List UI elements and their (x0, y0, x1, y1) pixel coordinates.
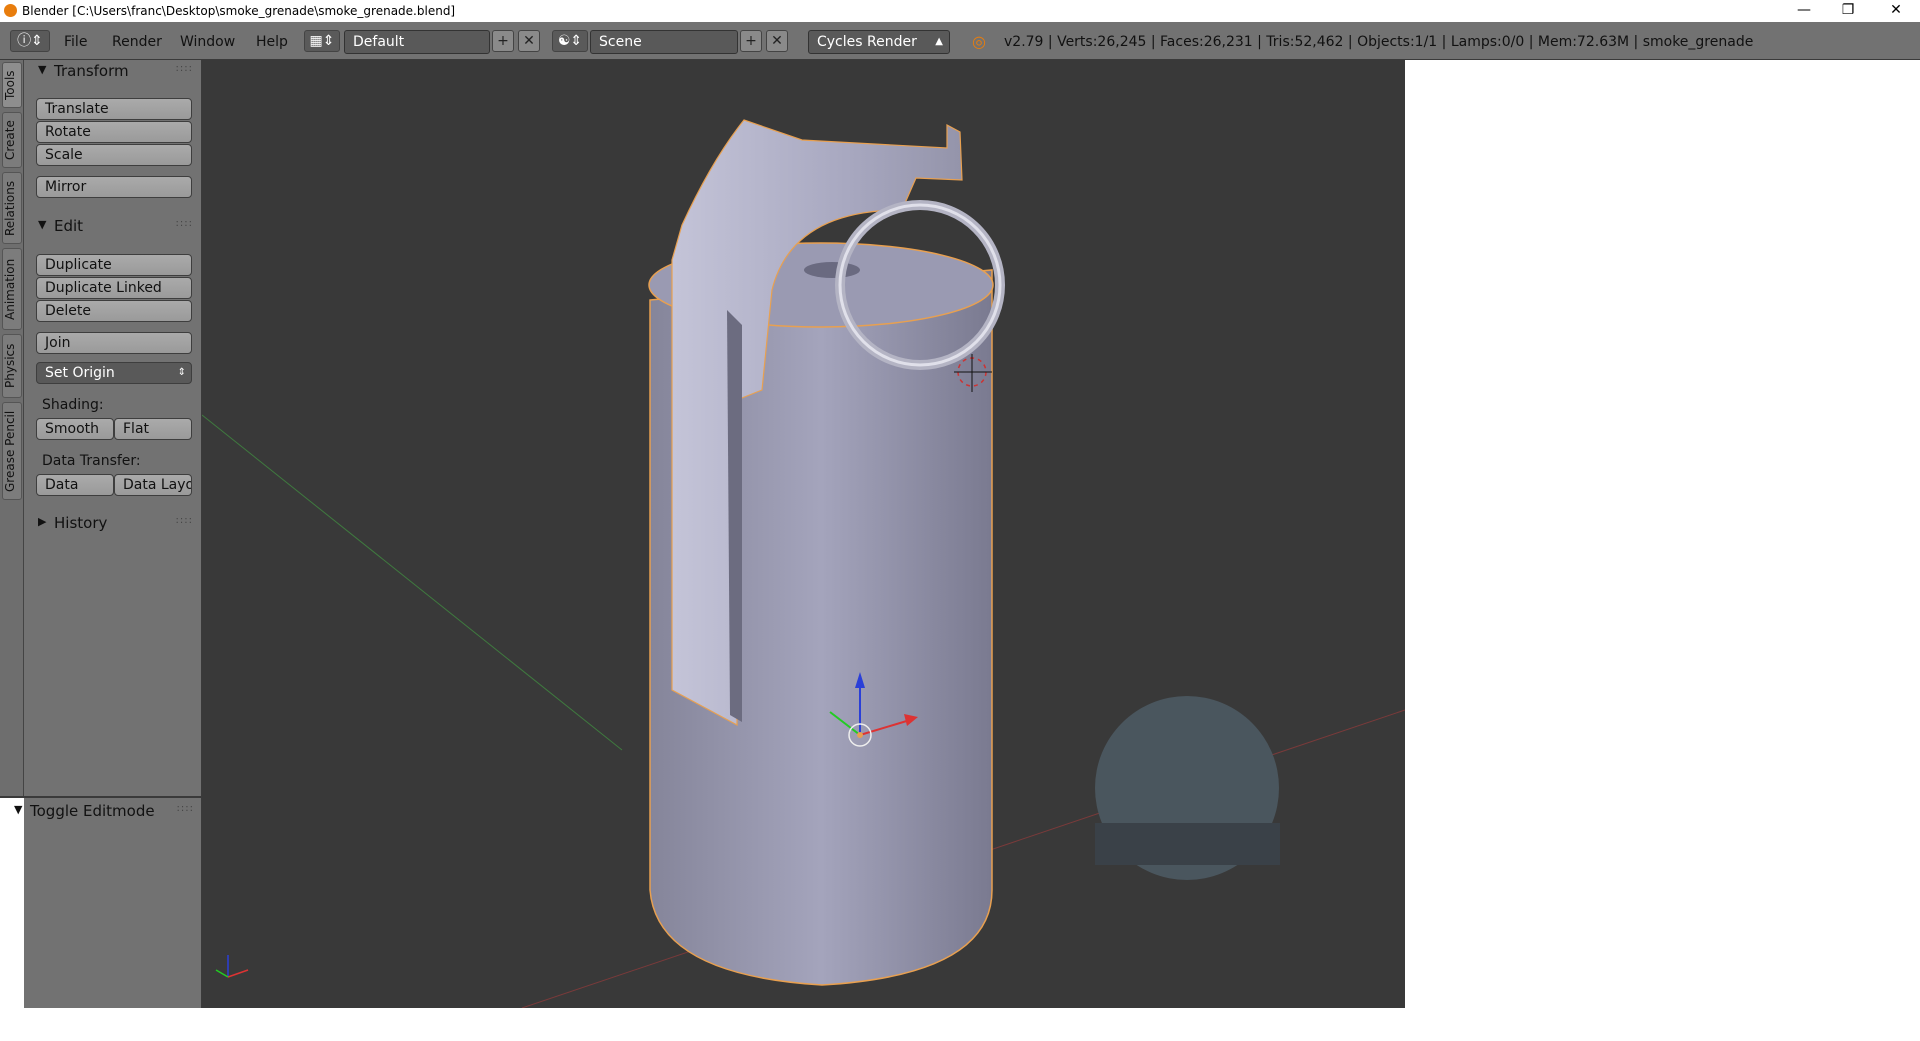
duplicate-linked-button[interactable]: Duplicate Linked (36, 277, 192, 299)
tab-grease-pencil[interactable]: Grease Pencil (2, 402, 22, 500)
y-axis-line (202, 414, 623, 751)
data-layout-button[interactable]: Data Layo (114, 474, 192, 496)
tab-create[interactable]: Create (2, 112, 22, 168)
set-origin-label: Set Origin (45, 365, 115, 381)
info-header: ⓘ⇕ File Render Window Help ▦⇕ Default + … (0, 22, 1920, 60)
expand-triangle-icon: ▼ (38, 218, 47, 231)
blender-logo-icon: ◎ (972, 32, 986, 51)
join-button[interactable]: Join (36, 332, 192, 354)
delete-button[interactable]: Delete (36, 300, 192, 322)
window-title: Blender [C:\Users\franc\Desktop\smoke_gr… (22, 4, 456, 18)
render-engine-label: Cycles Render (817, 34, 917, 50)
grip-icon: :::: (175, 515, 193, 526)
menu-window[interactable]: Window (180, 34, 235, 50)
rotate-button[interactable]: Rotate (36, 121, 192, 143)
toggle-editmode-header[interactable]: ▼ Toggle Editmode :::: (0, 800, 202, 824)
smooth-button[interactable]: Smooth (36, 418, 114, 440)
scene-icon[interactable]: ☯⇕ (552, 30, 588, 52)
mirror-button[interactable]: Mirror (36, 176, 192, 198)
scene-add-icon[interactable]: + (740, 30, 762, 52)
chevron-updown-icon: ▲ (935, 36, 943, 47)
flat-button[interactable]: Flat (114, 418, 192, 440)
viewport-scene (202, 119, 1405, 1008)
history-panel-title: History (54, 514, 108, 532)
grip-icon: :::: (175, 218, 193, 229)
edit-panel-header[interactable]: ▼ Edit :::: (24, 215, 201, 239)
layout-icon[interactable]: ▦⇕ (304, 30, 340, 52)
data-transfer-label: Data Transfer: (42, 453, 141, 469)
expand-triangle-icon: ▼ (14, 803, 23, 816)
grenade-hole (804, 262, 860, 278)
scene-remove-icon[interactable]: ✕ (766, 30, 788, 52)
grip-icon: :::: (176, 803, 194, 814)
tab-animation[interactable]: Animation (2, 248, 22, 330)
minimize-icon[interactable]: — (1784, 2, 1824, 18)
transform-panel-header[interactable]: ▼ Transform :::: (24, 60, 201, 84)
render-engine-select[interactable]: Cycles Render ▲ (808, 30, 950, 54)
chevron-updown-icon: ⇕ (177, 367, 186, 378)
scene-stats: v2.79 | Verts:26,245 | Faces:26,231 | Tr… (1004, 34, 1754, 50)
tab-tools[interactable]: Tools (2, 62, 22, 108)
tab-physics[interactable]: Physics (2, 334, 22, 398)
info-editor-type-button[interactable]: ⓘ⇕ (10, 30, 50, 52)
menu-render[interactable]: Render (112, 34, 162, 50)
toggle-editmode-title: Toggle Editmode (30, 802, 155, 820)
menu-help[interactable]: Help (256, 34, 288, 50)
data-transfer-button[interactable]: Data (36, 474, 114, 496)
layout-remove-icon[interactable]: ✕ (518, 30, 540, 52)
blender-window: Blender [C:\Users\franc\Desktop\smoke_gr… (0, 0, 1920, 1041)
grip-icon: :::: (175, 63, 193, 74)
toolshelf-tabs: Tools Create Relations Animation Physics… (0, 60, 24, 796)
3d-viewport[interactable] (202, 60, 1405, 1008)
transform-panel-title: Transform (54, 62, 129, 80)
blender-logo-icon (4, 4, 17, 17)
operator-divider (0, 796, 202, 798)
expand-triangle-icon: ▼ (38, 63, 47, 76)
translate-button[interactable]: Translate (36, 98, 192, 120)
layout-add-icon[interactable]: + (492, 30, 514, 52)
edit-panel-title: Edit (54, 217, 84, 235)
history-panel-header[interactable]: ▶ History :::: (24, 512, 201, 536)
menu-file[interactable]: File (64, 34, 87, 50)
maximize-icon[interactable]: ❐ (1828, 2, 1868, 18)
watermark-banner (1095, 823, 1280, 865)
set-origin-select[interactable]: Set Origin ⇕ (36, 362, 192, 384)
tab-relations[interactable]: Relations (2, 172, 22, 244)
window-titlebar: Blender [C:\Users\franc\Desktop\smoke_gr… (0, 0, 1920, 22)
toolshelf-panel: ▼ Transform :::: Translate Rotate Scale … (0, 60, 202, 1008)
scale-button[interactable]: Scale (36, 144, 192, 166)
duplicate-button[interactable]: Duplicate (36, 254, 192, 276)
collapse-triangle-icon: ▶ (38, 515, 47, 528)
close-icon[interactable]: ✕ (1876, 2, 1916, 18)
layout-field[interactable]: Default (344, 30, 490, 54)
scene-field[interactable]: Scene (590, 30, 738, 54)
shading-label: Shading: (42, 397, 104, 413)
